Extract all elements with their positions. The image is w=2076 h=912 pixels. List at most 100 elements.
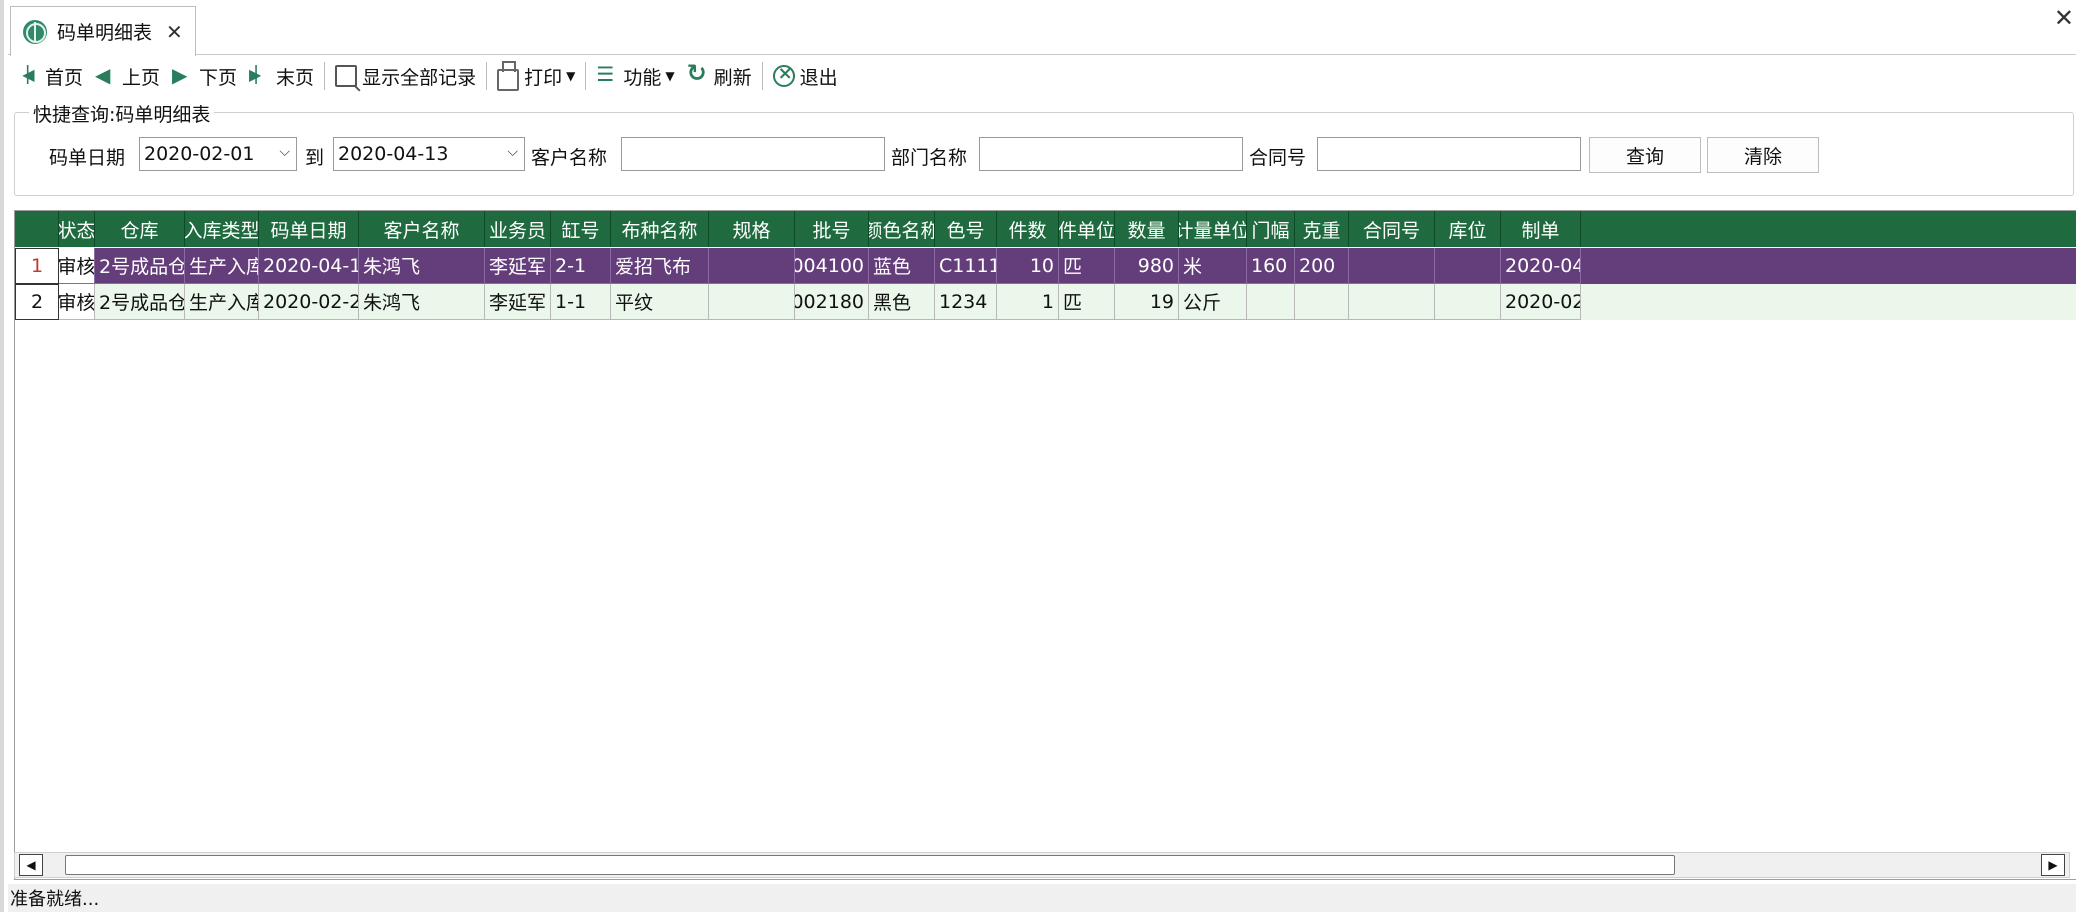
table-cell[interactable]: 10 [997, 248, 1059, 284]
prev-page-button[interactable]: 上页 [89, 59, 166, 93]
date-from-select[interactable]: 2020-02-01 ⌵ [139, 137, 297, 171]
table-cell[interactable]: 审核 [59, 248, 95, 284]
prev-page-icon [95, 63, 117, 87]
table-cell[interactable]: 2004100 [795, 248, 869, 284]
table-cell[interactable] [1435, 248, 1501, 284]
table-cell[interactable]: 生产入库 [185, 248, 259, 284]
toolbar-separator [585, 62, 587, 90]
first-page-button[interactable]: 首页 [12, 59, 89, 93]
function-label: 功能 [623, 66, 662, 89]
table-cell[interactable] [1435, 284, 1501, 320]
row-number-header [15, 211, 59, 247]
search-button[interactable]: 查询 [1589, 137, 1701, 173]
table-cell[interactable]: 平纹 [611, 284, 709, 320]
table-cell[interactable]: 200 [1295, 248, 1349, 284]
table-cell[interactable]: 审核 [59, 284, 95, 320]
quick-query-legend: 快捷查询:码单明细表 [29, 100, 215, 127]
column-header[interactable]: 库位 [1435, 211, 1501, 247]
table-cell[interactable]: 李延军 [485, 284, 551, 320]
table-cell[interactable] [1295, 284, 1349, 320]
column-header[interactable]: 状态 [59, 211, 95, 247]
table-cell[interactable]: 朱鸿飞 [359, 248, 485, 284]
table-cell[interactable]: 2020-04 [1501, 248, 1581, 284]
function-menu-button[interactable]: 功能 ▼ [590, 59, 680, 93]
column-header[interactable]: 数量 [1115, 211, 1179, 247]
column-header[interactable]: 颜色名称 [869, 211, 935, 247]
window-close-icon[interactable]: ✕ [2054, 4, 2074, 32]
table-cell[interactable]: 2号成品仓库 [95, 248, 185, 284]
contract-input[interactable] [1317, 137, 1581, 171]
table-row[interactable]: 1审核2号成品仓库生产入库2020-04-11朱鸿飞李延军2-1爱招飞布 2004… [15, 248, 2076, 284]
table-cell[interactable]: 生产入库 [185, 284, 259, 320]
table-cell[interactable]: 2020-02 [1501, 284, 1581, 320]
column-header[interactable]: 件单位 [1059, 211, 1115, 247]
print-button[interactable]: 打印 ▼ [491, 59, 581, 93]
table-cell[interactable]: 1-1 [551, 284, 611, 320]
globe-icon [23, 19, 47, 44]
clear-button[interactable]: 清除 [1707, 137, 1819, 173]
table-cell[interactable]: 2002180 [795, 284, 869, 320]
table-row[interactable]: 2审核2号成品仓库生产入库2020-02-21朱鸿飞李延军1-1平纹 200218… [15, 284, 2076, 320]
column-header[interactable]: 客户名称 [359, 211, 485, 247]
column-header[interactable]: 仓库 [95, 211, 185, 247]
table-cell[interactable]: 980 [1115, 248, 1179, 284]
customer-input[interactable] [621, 137, 885, 171]
column-header[interactable]: 业务员 [485, 211, 551, 247]
horizontal-scrollbar[interactable]: ◀ ▶ [14, 852, 2070, 878]
table-cell[interactable]: 蓝色 [869, 248, 935, 284]
scroll-right-icon[interactable]: ▶ [2041, 854, 2065, 876]
column-header[interactable]: 制单 [1501, 211, 1581, 247]
table-cell[interactable]: 2-1 [551, 248, 611, 284]
table-cell[interactable]: 2020-02-21 [259, 284, 359, 320]
table-cell[interactable]: 1 [997, 284, 1059, 320]
column-header[interactable]: 色号 [935, 211, 997, 247]
table-cell[interactable]: 匹 [1059, 248, 1115, 284]
table-cell[interactable]: 黑色 [869, 284, 935, 320]
table-cell[interactable]: 李延军 [485, 248, 551, 284]
table-cell[interactable] [709, 284, 795, 320]
column-header[interactable]: 布种名称 [611, 211, 709, 247]
column-header[interactable]: 门幅 [1247, 211, 1295, 247]
row-number[interactable]: 2 [15, 284, 59, 320]
table-cell[interactable]: 米 [1179, 248, 1247, 284]
grid-header: 状态仓库入库类型码单日期客户名称业务员缸号布种名称规格批号颜色名称色号件数件单位… [15, 211, 2076, 247]
column-header[interactable]: 合同号 [1349, 211, 1435, 247]
row-number[interactable]: 1 [15, 248, 59, 284]
table-cell[interactable] [709, 248, 795, 284]
date-to-select[interactable]: 2020-04-13 ⌵ [333, 137, 525, 171]
show-all-records-button[interactable]: 显示全部记录 [329, 59, 482, 93]
table-cell[interactable] [1349, 248, 1435, 284]
table-cell[interactable]: 朱鸿飞 [359, 284, 485, 320]
tab-close-icon[interactable]: ✕ [166, 20, 183, 44]
last-page-label: 末页 [276, 66, 315, 89]
scroll-left-icon[interactable]: ◀ [19, 854, 43, 876]
table-cell[interactable]: 160 [1247, 248, 1295, 284]
column-header[interactable]: 码单日期 [259, 211, 359, 247]
table-cell[interactable]: 2020-04-11 [259, 248, 359, 284]
column-header[interactable]: 计量单位 [1179, 211, 1247, 247]
tab-code-list[interactable]: 码单明细表 ✕ [10, 6, 196, 56]
table-cell[interactable]: 匹 [1059, 284, 1115, 320]
department-input[interactable] [979, 137, 1243, 171]
column-header[interactable]: 规格 [709, 211, 795, 247]
column-header[interactable]: 入库类型 [185, 211, 259, 247]
scrollbar-thumb[interactable] [65, 855, 1675, 875]
column-header[interactable]: 批号 [795, 211, 869, 247]
next-page-button[interactable]: 下页 [166, 59, 243, 93]
table-cell[interactable]: 1234 [935, 284, 997, 320]
exit-button[interactable]: 退出 [767, 59, 844, 93]
table-cell[interactable]: C1111 [935, 248, 997, 284]
last-page-button[interactable]: 末页 [243, 59, 320, 93]
date-label: 码单日期 [49, 147, 126, 169]
refresh-button[interactable]: 刷新 [681, 59, 758, 93]
column-header[interactable]: 缸号 [551, 211, 611, 247]
table-cell[interactable] [1247, 284, 1295, 320]
table-cell[interactable]: 爱招飞布 [611, 248, 709, 284]
table-cell[interactable]: 2号成品仓库 [95, 284, 185, 320]
table-cell[interactable] [1349, 284, 1435, 320]
column-header[interactable]: 件数 [997, 211, 1059, 247]
customer-label: 客户名称 [531, 147, 608, 169]
column-header[interactable]: 克重 [1295, 211, 1349, 247]
table-cell[interactable]: 公斤 [1179, 284, 1247, 320]
table-cell[interactable]: 19 [1115, 284, 1179, 320]
